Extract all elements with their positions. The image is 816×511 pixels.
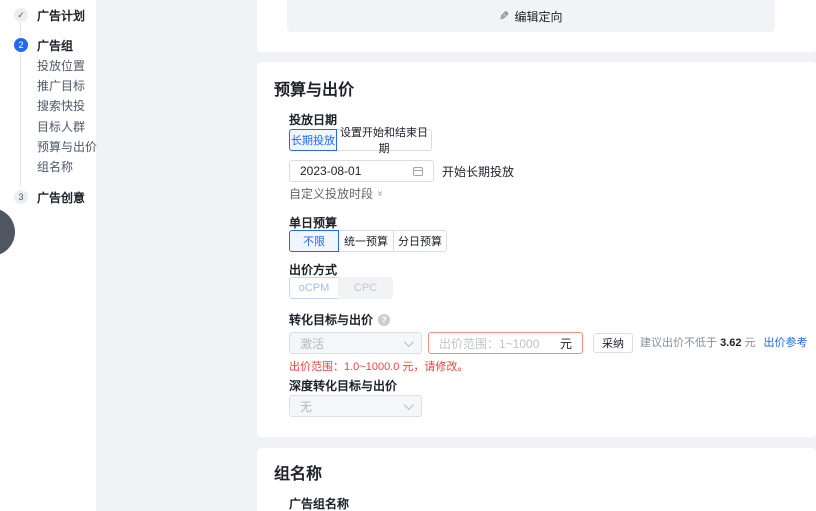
sidebar-item-audience[interactable]: 目标人群 (37, 120, 85, 134)
sidebar-item-ad-creative[interactable]: 3 广告创意 (0, 189, 85, 205)
custom-schedule-toggle[interactable]: 自定义投放时段 » (289, 185, 386, 202)
schedule-segmented: 长期投放 设置开始和结束日期 (289, 127, 432, 155)
ocpm-option[interactable]: oCPM (289, 277, 339, 299)
start-date-hint: 开始长期投放 (442, 164, 515, 179)
sidebar-item-ad-plan[interactable]: ✓ 广告计划 (0, 7, 85, 23)
edit-icon: ✎ (499, 9, 510, 23)
step-2-badge: 2 (14, 38, 28, 52)
custom-schedule-label: 自定义投放时段 (289, 187, 374, 201)
page: ✓ 广告计划 2 广告组 投放位置 推广目标 搜索快投 目标人群 预算与出价 组… (0, 0, 816, 511)
step-label: 广告计划 (37, 8, 86, 23)
daily-budget-label: 单日预算 (289, 216, 338, 230)
deep-conversion-value: 无 (300, 399, 313, 414)
budget-card-title: 预算与出价 (274, 82, 355, 99)
step-label: 广告组 (37, 38, 74, 53)
cpc-option[interactable]: CPC (338, 277, 393, 299)
bid-error-message: 出价范围：1.0~1000.0 元，请修改。 (289, 361, 469, 373)
start-date-row: 2023-08-01 开始长期投放 (289, 160, 514, 182)
bid-type-label: 出价方式 (289, 263, 338, 277)
conversion-bid-label-text: 转化目标与出价 (289, 313, 374, 327)
sidebar-item-ad-group[interactable]: 2 广告组 (0, 37, 73, 53)
step-connector (20, 23, 21, 36)
group-name-title: 组名称 (274, 466, 323, 483)
bid-reference-link[interactable]: 出价参考 (764, 332, 808, 354)
sidebar-item-promo-goal[interactable]: 推广目标 (37, 79, 85, 93)
adopt-button[interactable]: 采纳 (593, 333, 633, 353)
check-icon: ✓ (14, 8, 28, 22)
edit-targeting-label: 编辑定向 (514, 9, 563, 24)
bid-placeholder: 出价范围：1~1000 (439, 336, 540, 351)
start-date-value: 2023-08-01 (300, 164, 362, 178)
step-label: 广告创意 (37, 190, 86, 205)
deep-conversion-label: 深度转化目标与出价 (289, 379, 398, 393)
calendar-icon (413, 166, 423, 176)
step-connector (20, 53, 21, 187)
schedule-label: 投放日期 (289, 113, 338, 127)
sidebar-item-search-boost[interactable]: 搜索快投 (37, 99, 85, 113)
step-3-badge: 3 (14, 190, 28, 204)
group-name-card: 组名称 广告组名称 (257, 448, 816, 511)
conversion-bid-label: 转化目标与出价 ? (289, 311, 391, 328)
chevron-down-icon (403, 399, 414, 410)
start-date-input[interactable]: 2023-08-01 (289, 160, 434, 182)
long-term-option[interactable]: 长期投放 (289, 129, 337, 151)
conversion-goal-value: 激活 (300, 336, 325, 351)
edit-targeting-button[interactable]: ✎ 编辑定向 (287, 0, 775, 32)
step-sidebar: ✓ 广告计划 2 广告组 投放位置 推广目标 搜索快投 目标人群 预算与出价 组… (0, 0, 97, 511)
help-icon[interactable]: ? (378, 313, 391, 326)
sidebar-item-group-name[interactable]: 组名称 (37, 160, 73, 174)
date-range-option[interactable]: 设置开始和结束日期 (336, 127, 432, 155)
suggest-value: 3.62 (720, 337, 742, 349)
budget-unlimited-option[interactable]: 不限 (289, 230, 339, 252)
bid-unit: 元 (559, 336, 572, 351)
budget-card: 预算与出价 投放日期 长期投放 设置开始和结束日期 2023-08-01 开始长… (257, 62, 816, 437)
daily-budget-segmented: 不限 统一预算 分日预算 (289, 230, 447, 252)
budget-daily-option[interactable]: 分日预算 (393, 230, 447, 252)
chevron-down-icon: » (374, 190, 386, 197)
bid-type-segmented: oCPM CPC (289, 277, 393, 299)
sidebar-item-budget-bid[interactable]: 预算与出价 (37, 140, 97, 154)
budget-unified-option[interactable]: 统一预算 (338, 230, 394, 252)
bid-amount-input[interactable]: 出价范围：1~1000 元 (428, 332, 583, 354)
deep-conversion-select[interactable]: 无 (289, 395, 422, 417)
sidebar-item-placement[interactable]: 投放位置 (37, 59, 85, 73)
suggest-prefix: 建议出价不低于 (640, 337, 721, 349)
group-name-field-label: 广告组名称 (289, 497, 350, 511)
targeting-card: ✎ 编辑定向 (257, 0, 816, 52)
chevron-down-icon (403, 336, 414, 347)
suggest-suffix: 元 (741, 337, 756, 349)
conversion-bid-row: 激活 出价范围：1~1000 元 采纳 建议出价不低于 3.62 元 出价参考 (289, 332, 808, 354)
suggested-bid-text: 建议出价不低于 3.62 元 (640, 332, 756, 354)
conversion-goal-select[interactable]: 激活 (289, 332, 422, 354)
